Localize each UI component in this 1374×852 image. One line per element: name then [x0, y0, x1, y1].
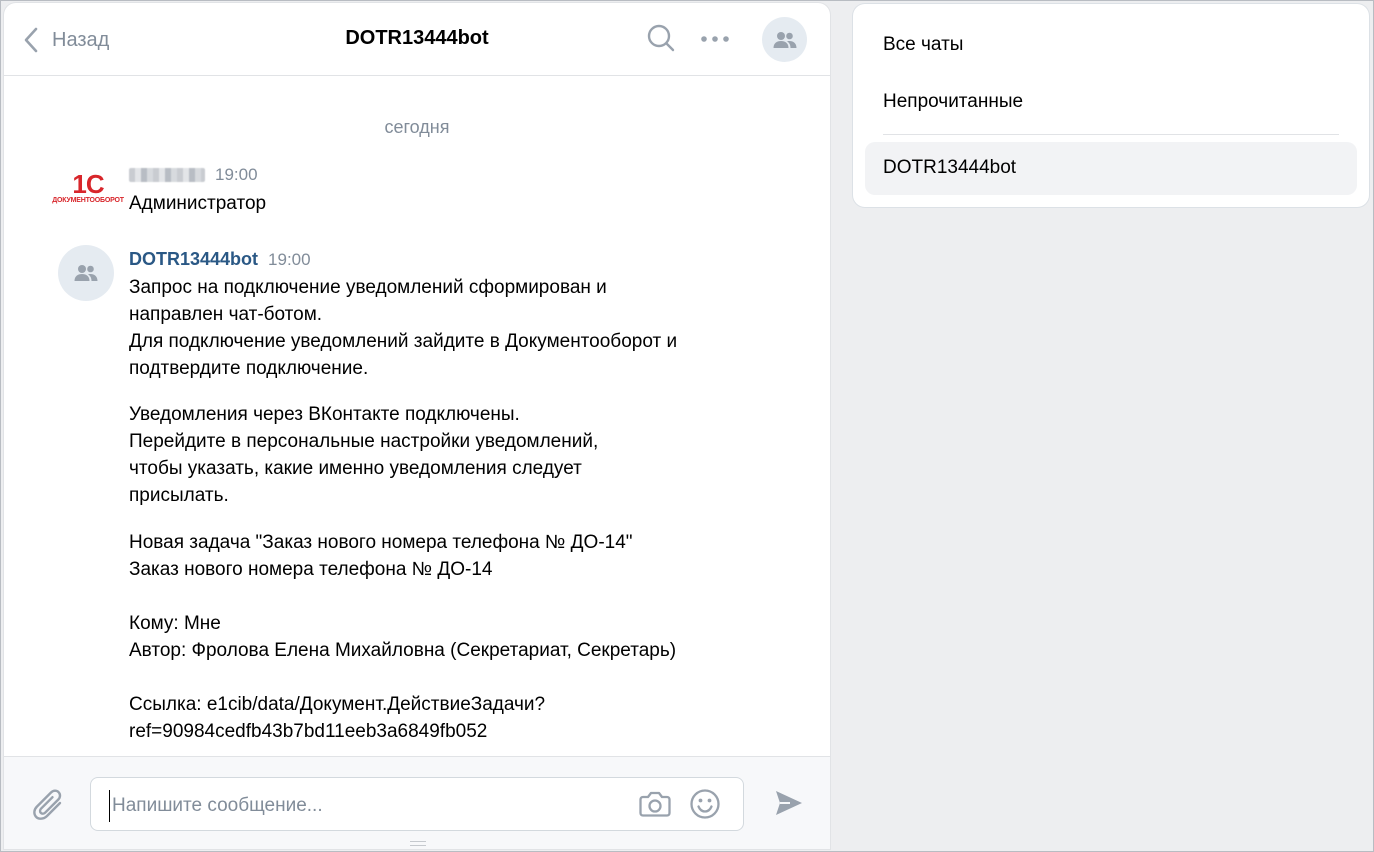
group-icon	[773, 31, 796, 48]
more-icon[interactable]	[700, 29, 730, 49]
message-header: 19:00	[129, 165, 258, 185]
chevron-left-icon	[24, 27, 38, 53]
blurred-author-name[interactable]	[129, 168, 205, 182]
smile-icon[interactable]	[689, 788, 721, 820]
message-input-box[interactable]	[90, 777, 744, 831]
bot-author-link[interactable]: DOTR13444bot	[129, 249, 258, 270]
resize-handle[interactable]	[410, 841, 426, 846]
chat-panel: Назад DOTR13444bot сегодня 1С ДОКУМЕНТОО…	[4, 3, 830, 849]
bot-avatar[interactable]	[58, 245, 114, 301]
logo-mark: 1С	[72, 169, 104, 199]
chat-list-item-active[interactable]: DOTR13444bot	[865, 142, 1357, 195]
message-text: Уведомления через ВКонтакте подключены. …	[129, 404, 599, 506]
message-time: 19:00	[268, 250, 311, 269]
send-icon[interactable]	[774, 789, 804, 817]
date-separator: сегодня	[384, 117, 450, 137]
chat-list-item-label: DOTR13444bot	[883, 157, 1017, 178]
back-label: Назад	[52, 28, 110, 51]
chat-avatar-button[interactable]	[762, 17, 807, 62]
paperclip-icon[interactable]	[32, 787, 66, 823]
logo-subtext: ДОКУМЕНТООБОРОТ	[52, 197, 124, 204]
message-composer	[4, 756, 830, 849]
message-time: 19:00	[215, 165, 258, 184]
message-text: Новая задача "Заказ нового номера телефо…	[129, 532, 677, 742]
message-text: Администратор	[129, 193, 267, 214]
camera-icon[interactable]	[639, 789, 671, 819]
message-list[interactable]: сегодня 1С ДОКУМЕНТООБОРОТ 19:00 Админис…	[4, 76, 830, 756]
chat-header: Назад DOTR13444bot	[4, 3, 830, 76]
message-text: Запрос на подключение уведомлений сформи…	[129, 277, 678, 379]
search-icon[interactable]	[646, 23, 676, 55]
group-icon	[74, 265, 98, 281]
message-header: DOTR13444bot 19:00	[129, 249, 311, 270]
message-input[interactable]	[109, 790, 614, 822]
1c-logo[interactable]: 1С ДОКУМЕНТООБОРОТ	[52, 160, 124, 216]
chat-filter-panel: Все чаты Непрочитанные DOTR13444bot	[853, 4, 1369, 207]
filter-unread[interactable]: Непрочитанные	[883, 91, 1023, 113]
divider	[883, 134, 1339, 135]
filter-all-chats[interactable]: Все чаты	[883, 34, 963, 56]
back-button[interactable]: Назад	[24, 25, 109, 55]
